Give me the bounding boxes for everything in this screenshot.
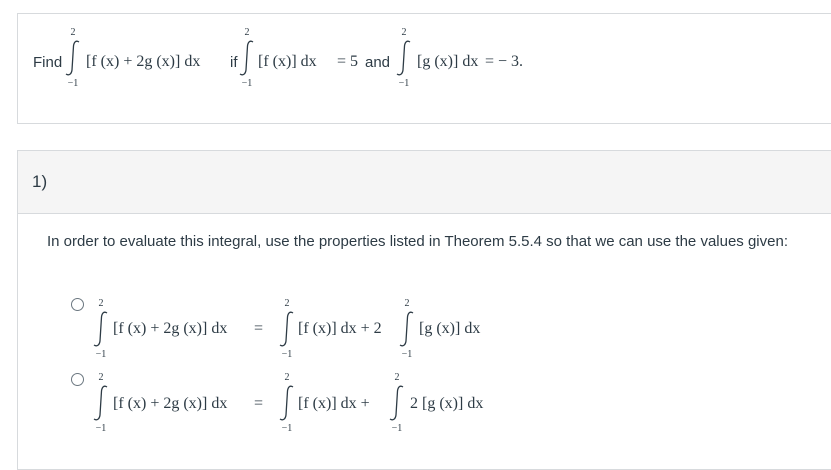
integral-sign: 2 −1 xyxy=(396,27,411,89)
option-1-lhs: [f (x) + 2g (x)] dx xyxy=(113,320,228,337)
integral-sign: 2 −1 xyxy=(93,298,108,360)
option-2-equals: = xyxy=(254,395,264,412)
given-f-value: = 5 xyxy=(337,53,359,70)
given-g-value: = − 3. xyxy=(485,53,524,70)
instruction-text: In order to evaluate this integral, use … xyxy=(47,233,788,250)
find-label: Find xyxy=(33,54,63,71)
option-2-rhs-g: 2 [g (x)] dx xyxy=(410,395,484,412)
option-1-rhs-g: [g (x)] dx xyxy=(419,320,481,337)
integral-sign: 2 −1 xyxy=(93,372,108,434)
integral-sign: 2 −1 xyxy=(279,372,294,434)
option-1-radio[interactable] xyxy=(71,298,84,311)
option-2-lhs: [f (x) + 2g (x)] dx xyxy=(113,395,228,412)
target-integrand: [f (x) + 2g (x)] dx xyxy=(86,53,201,70)
integral-sign: 2 −1 xyxy=(389,372,404,434)
option-2-rhs-f: [f (x)] dx + xyxy=(298,395,370,412)
option-1-equals: = xyxy=(254,320,264,337)
integral-sign: 2 −1 xyxy=(65,27,80,89)
integral-sign: 2 −1 xyxy=(239,27,254,89)
part-card: 1) xyxy=(17,150,831,470)
option-2-radio[interactable] xyxy=(71,373,84,386)
integral-sign: 2 −1 xyxy=(399,298,414,360)
given-g-integrand: [g (x)] dx xyxy=(417,53,479,70)
option-1-rhs-f: [f (x)] dx + 2 xyxy=(298,320,382,337)
given-f-integrand: [f (x)] dx xyxy=(258,53,317,70)
integral-sign: 2 −1 xyxy=(279,298,294,360)
and-label: and xyxy=(365,54,391,71)
part-header: 1) xyxy=(18,151,831,214)
part-number: 1) xyxy=(32,172,48,191)
